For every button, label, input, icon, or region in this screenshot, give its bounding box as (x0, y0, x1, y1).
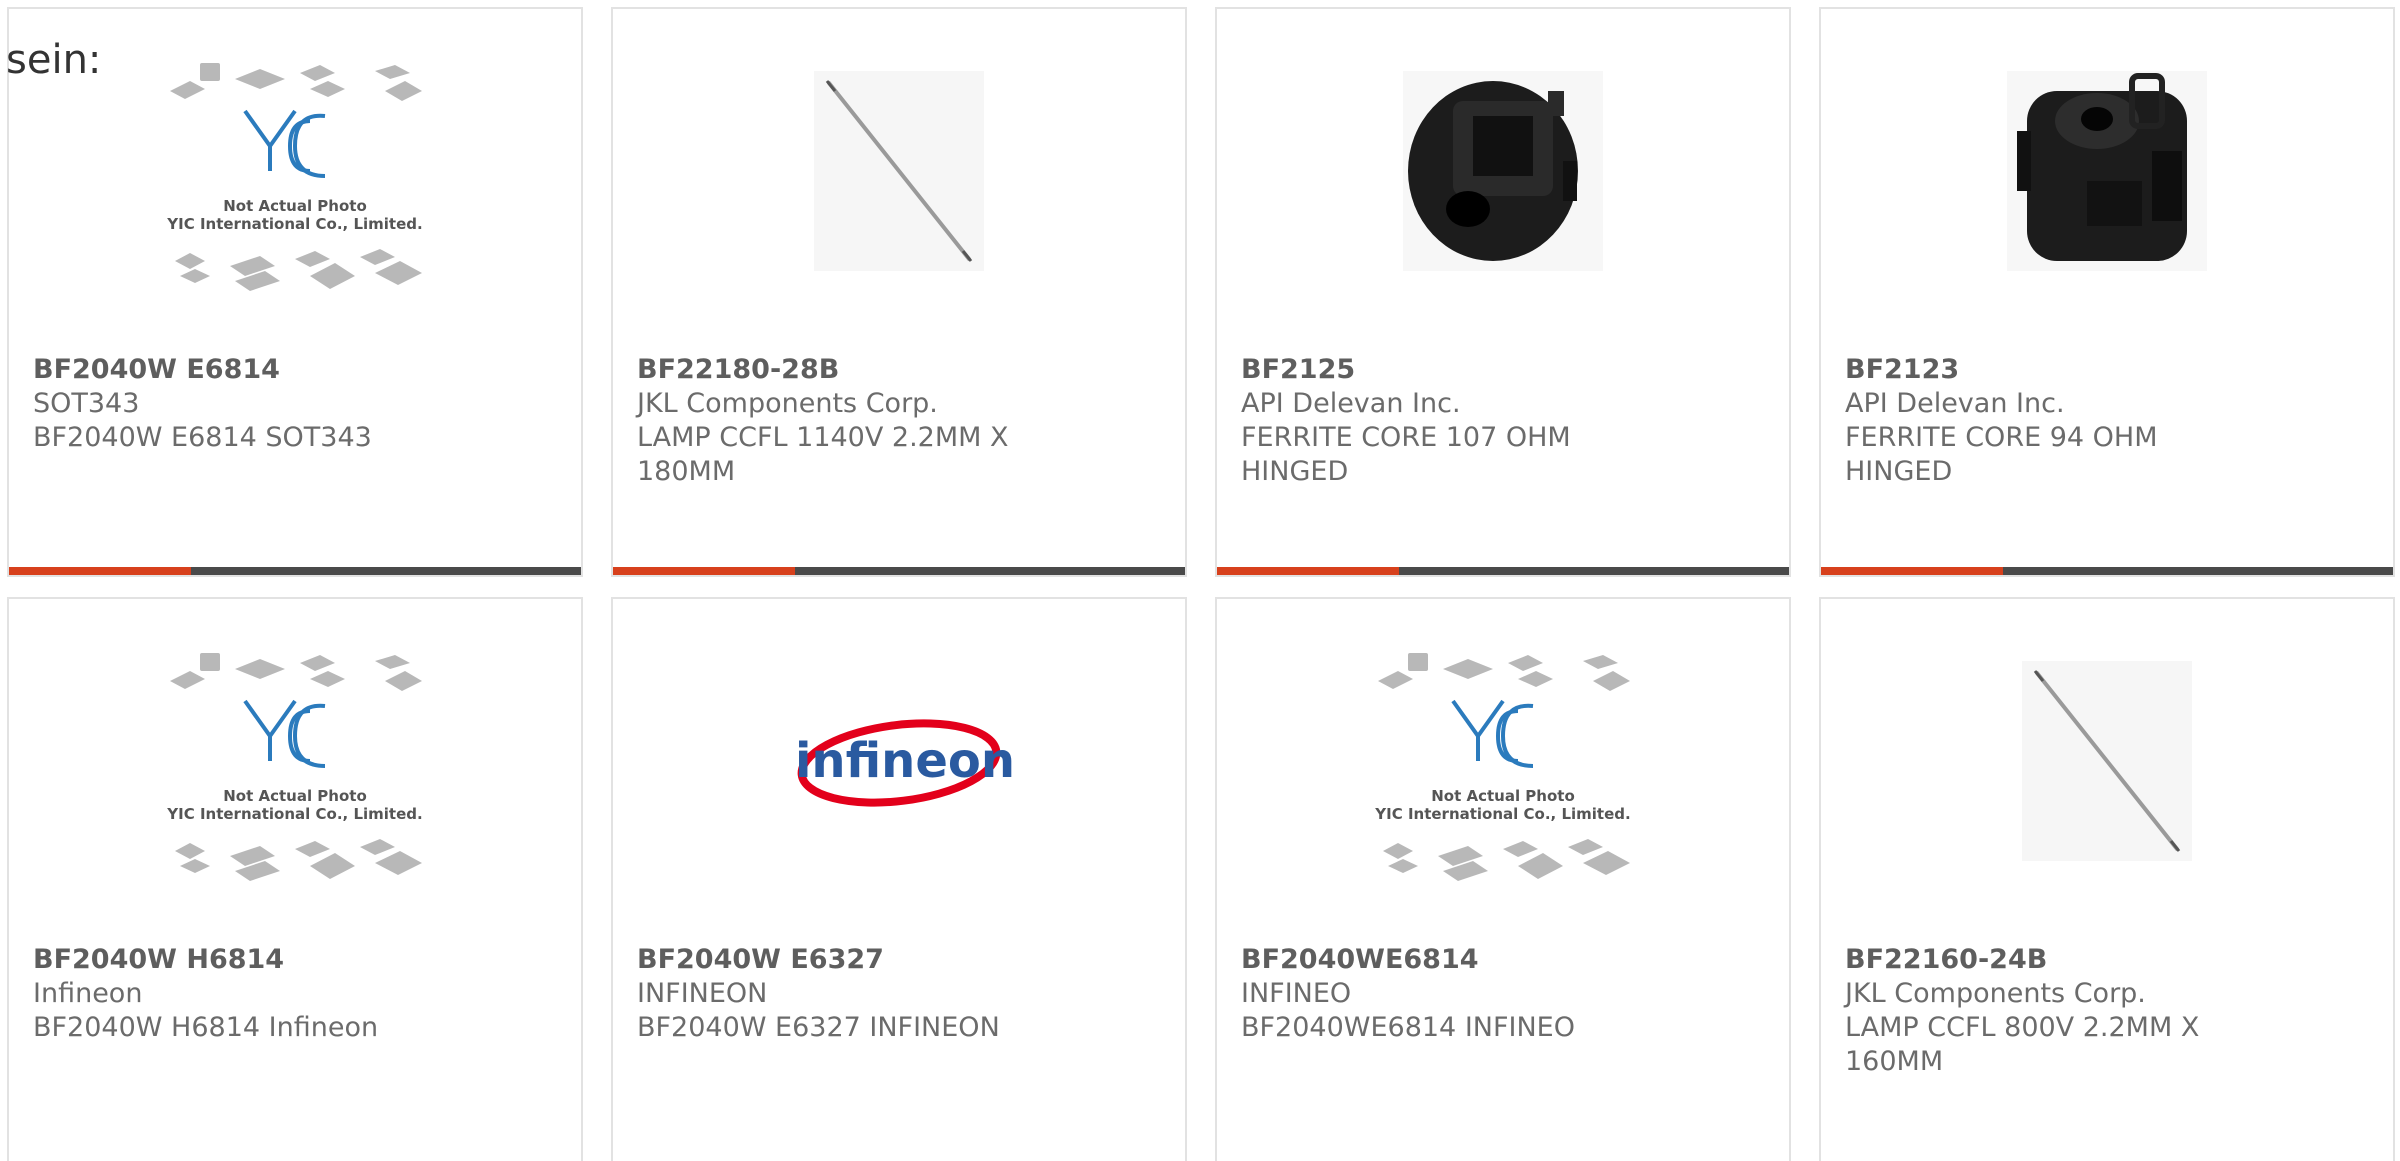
product-image[interactable]: Not Actual Photo YIC International Co., … (9, 61, 581, 361)
manufacturer: JKL Components Corp. (637, 388, 938, 419)
placeholder-caption-2: YIC International Co., Limited. (166, 215, 422, 233)
part-number[interactable]: BF2123 (1845, 353, 2225, 387)
product-card[interactable]: infineon BF2040W E6327 INFINEON BF2040W … (611, 597, 1187, 1161)
product-meta: BF22180-28B JKL Components Corp. LAMP CC… (637, 353, 1017, 489)
part-number[interactable]: BF2125 (1241, 353, 1621, 387)
ferrite-core-image (1403, 71, 1603, 271)
product-card[interactable]: BF2125 API Delevan Inc. FERRITE CORE 107… (1215, 7, 1791, 577)
description: LAMP CCFL 1140V 2.2MM X 180MM (637, 422, 1009, 487)
yic-placeholder-image: Not Actual Photo YIC International Co., … (166, 63, 423, 291)
product-card[interactable]: Not Actual Photo YIC International Co., … (7, 597, 583, 1161)
description: BF2040WE6814 INFINEO (1241, 1012, 1575, 1043)
card-bottom-bar (1217, 567, 1789, 575)
yic-placeholder-image: Not Actual Photo YIC International Co., … (166, 653, 423, 881)
product-card[interactable]: BF2123 API Delevan Inc. FERRITE CORE 94 … (1819, 7, 2395, 577)
card-bottom-bar (1821, 567, 2393, 575)
card-bottom-bar (613, 567, 1185, 575)
manufacturer: API Delevan Inc. (1845, 388, 2065, 419)
manufacturer: INFINEO (1241, 978, 1352, 1009)
part-number[interactable]: BF2040W H6814 (33, 943, 413, 977)
product-image[interactable]: Not Actual Photo YIC International Co., … (1217, 651, 1789, 951)
part-number[interactable]: BF22180-28B (637, 353, 1017, 387)
product-image[interactable] (1821, 61, 2393, 361)
part-number[interactable]: BF2040W E6327 (637, 943, 1017, 977)
product-image[interactable] (1821, 651, 2393, 951)
manufacturer: Infineon (33, 978, 143, 1009)
yic-placeholder-image: Not Actual Photo YIC International Co., … (1374, 653, 1631, 881)
product-card[interactable]: BF22180-28B JKL Components Corp. LAMP CC… (611, 7, 1187, 577)
product-image[interactable] (1217, 61, 1789, 361)
placeholder-caption-1: Not Actual Photo (1431, 787, 1575, 805)
placeholder-caption-1: Not Actual Photo (223, 787, 367, 805)
manufacturer: API Delevan Inc. (1241, 388, 1461, 419)
product-card[interactable]: BF22160-24B JKL Components Corp. LAMP CC… (1819, 597, 2395, 1161)
product-meta: BF2125 API Delevan Inc. FERRITE CORE 107… (1241, 353, 1621, 489)
ferrite-core-image (2007, 71, 2207, 271)
product-meta: BF2040WE6814 INFINEO BF2040WE6814 INFINE… (1241, 943, 1621, 1045)
placeholder-caption-1: Not Actual Photo (223, 197, 367, 215)
description: BF2040W E6814 SOT343 (33, 422, 372, 453)
product-grid-page: sein: Not Actual Photo YIC International… (0, 0, 2400, 1161)
lead-text: sein: (6, 37, 102, 83)
description: FERRITE CORE 107 OHM HINGED (1241, 422, 1571, 487)
part-number[interactable]: BF2040WE6814 (1241, 943, 1621, 977)
product-meta: BF2123 API Delevan Inc. FERRITE CORE 94 … (1845, 353, 2225, 489)
product-meta: BF2040W E6814 SOT343 BF2040W E6814 SOT34… (33, 353, 413, 455)
description: BF2040W E6327 INFINEON (637, 1012, 1000, 1043)
manufacturer: INFINEON (637, 978, 768, 1009)
ccfl-lamp-image (2022, 661, 2192, 861)
product-meta: BF22160-24B JKL Components Corp. LAMP CC… (1845, 943, 2225, 1079)
product-card[interactable]: Not Actual Photo YIC International Co., … (7, 7, 583, 577)
product-image[interactable]: infineon (613, 651, 1185, 951)
placeholder-caption-2: YIC International Co., Limited. (166, 805, 422, 823)
placeholder-caption-2: YIC International Co., Limited. (1374, 805, 1630, 823)
infineon-logo-image: infineon (795, 719, 1015, 807)
infineon-logo-text: infineon (795, 733, 1015, 789)
product-image[interactable]: Not Actual Photo YIC International Co., … (9, 651, 581, 951)
part-number[interactable]: BF2040W E6814 (33, 353, 413, 387)
description: LAMP CCFL 800V 2.2MM X 160MM (1845, 1012, 2200, 1077)
manufacturer: JKL Components Corp. (1845, 978, 2146, 1009)
description: FERRITE CORE 94 OHM HINGED (1845, 422, 2158, 487)
ccfl-lamp-image (814, 71, 984, 271)
card-bottom-bar (9, 567, 581, 575)
product-image[interactable] (613, 61, 1185, 361)
product-card[interactable]: Not Actual Photo YIC International Co., … (1215, 597, 1791, 1161)
description: BF2040W H6814 Infineon (33, 1012, 379, 1043)
manufacturer: SOT343 (33, 388, 140, 419)
part-number[interactable]: BF22160-24B (1845, 943, 2225, 977)
product-meta: BF2040W E6327 INFINEON BF2040W E6327 INF… (637, 943, 1017, 1045)
product-meta: BF2040W H6814 Infineon BF2040W H6814 Inf… (33, 943, 413, 1045)
